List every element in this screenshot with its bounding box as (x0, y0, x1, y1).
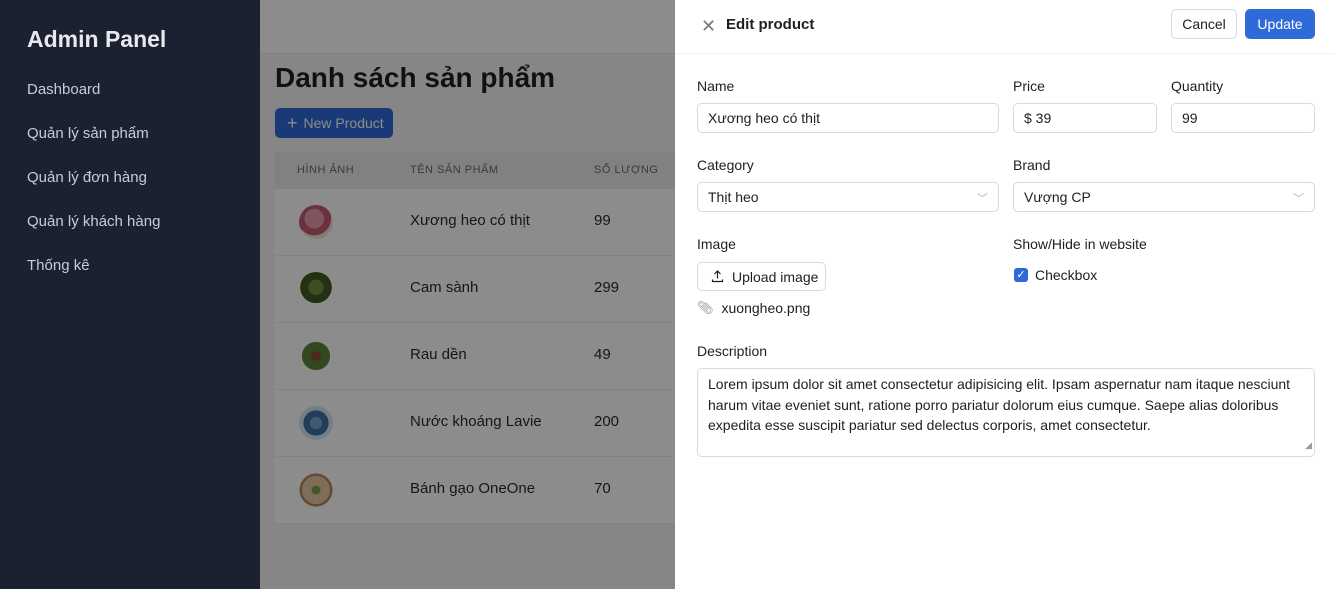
name-label: Name (697, 78, 735, 94)
brand-title: Admin Panel (27, 26, 167, 52)
price-label: Price (1013, 78, 1045, 94)
update-button[interactable]: Update (1245, 9, 1315, 39)
quantity-label: Quantity (1171, 78, 1224, 94)
name-value: Xương heo có thịt (708, 110, 820, 126)
sidebar-item-dashboard[interactable]: Dashboard (27, 80, 160, 124)
price-input[interactable]: $ 39 (1013, 103, 1157, 133)
drawer-title: Edit product (726, 16, 815, 33)
description-label: Description (697, 343, 768, 359)
drawer-backdrop[interactable] (260, 0, 675, 589)
sidebar: Admin Panel Dashboard Quản lý sản phẩm Q… (0, 0, 260, 589)
show-hide-label: Show/Hide in website (1013, 236, 1147, 252)
brand-value: Vượng CP (1024, 189, 1091, 205)
upload-icon (711, 270, 724, 283)
quantity-input[interactable]: 99 (1171, 103, 1315, 133)
sidebar-item-statistics[interactable]: Thống kê (27, 256, 160, 300)
image-label: Image (697, 236, 736, 252)
category-value: Thịt heo (708, 189, 759, 205)
checkbox-label: Checkbox (1035, 267, 1098, 283)
checkbox-checked-icon[interactable]: ✓ (1014, 268, 1028, 282)
cancel-button[interactable]: Cancel (1171, 9, 1237, 39)
sidebar-item-products[interactable]: Quản lý sản phẩm (27, 124, 160, 168)
drawer-header: ✕ Edit product Cancel Update (675, 0, 1334, 54)
upload-image-label: Upload image (732, 268, 819, 285)
price-value: $ 39 (1024, 110, 1052, 126)
chevron-down-icon: ﹀ (1293, 193, 1304, 205)
sidebar-nav: Dashboard Quản lý sản phẩm Quản lý đơn h… (27, 80, 160, 300)
category-label: Category (697, 157, 754, 173)
description-value: Lorem ipsum dolor sit amet consectetur a… (708, 376, 1291, 433)
brand-select[interactable]: Vượng CP ﹀ (1013, 182, 1315, 212)
paperclip-icon: 📎︎ (697, 300, 714, 315)
show-hide-checkbox[interactable]: ✓ Checkbox (1014, 267, 1097, 283)
description-textarea[interactable]: Lorem ipsum dolor sit amet consectetur a… (697, 368, 1315, 457)
name-input[interactable]: Xương heo có thịt (697, 103, 999, 133)
chevron-down-icon: ﹀ (977, 193, 988, 205)
file-name: xuongheo.png (721, 300, 811, 316)
brand-label: Brand (1013, 157, 1051, 173)
category-select[interactable]: Thịt heo ﹀ (697, 182, 999, 212)
sidebar-item-orders[interactable]: Quản lý đơn hàng (27, 168, 160, 212)
resize-handle-icon[interactable]: ◢ (1305, 435, 1312, 456)
edit-product-drawer: ✕ Edit product Cancel Update Name Xương … (675, 0, 1334, 589)
sidebar-item-customers[interactable]: Quản lý khách hàng (27, 212, 160, 256)
uploaded-file[interactable]: 📎︎ xuongheo.png (697, 300, 810, 316)
upload-image-button[interactable]: Upload image (697, 262, 826, 291)
close-icon[interactable]: ✕ (701, 16, 716, 37)
quantity-value: 99 (1182, 110, 1198, 126)
